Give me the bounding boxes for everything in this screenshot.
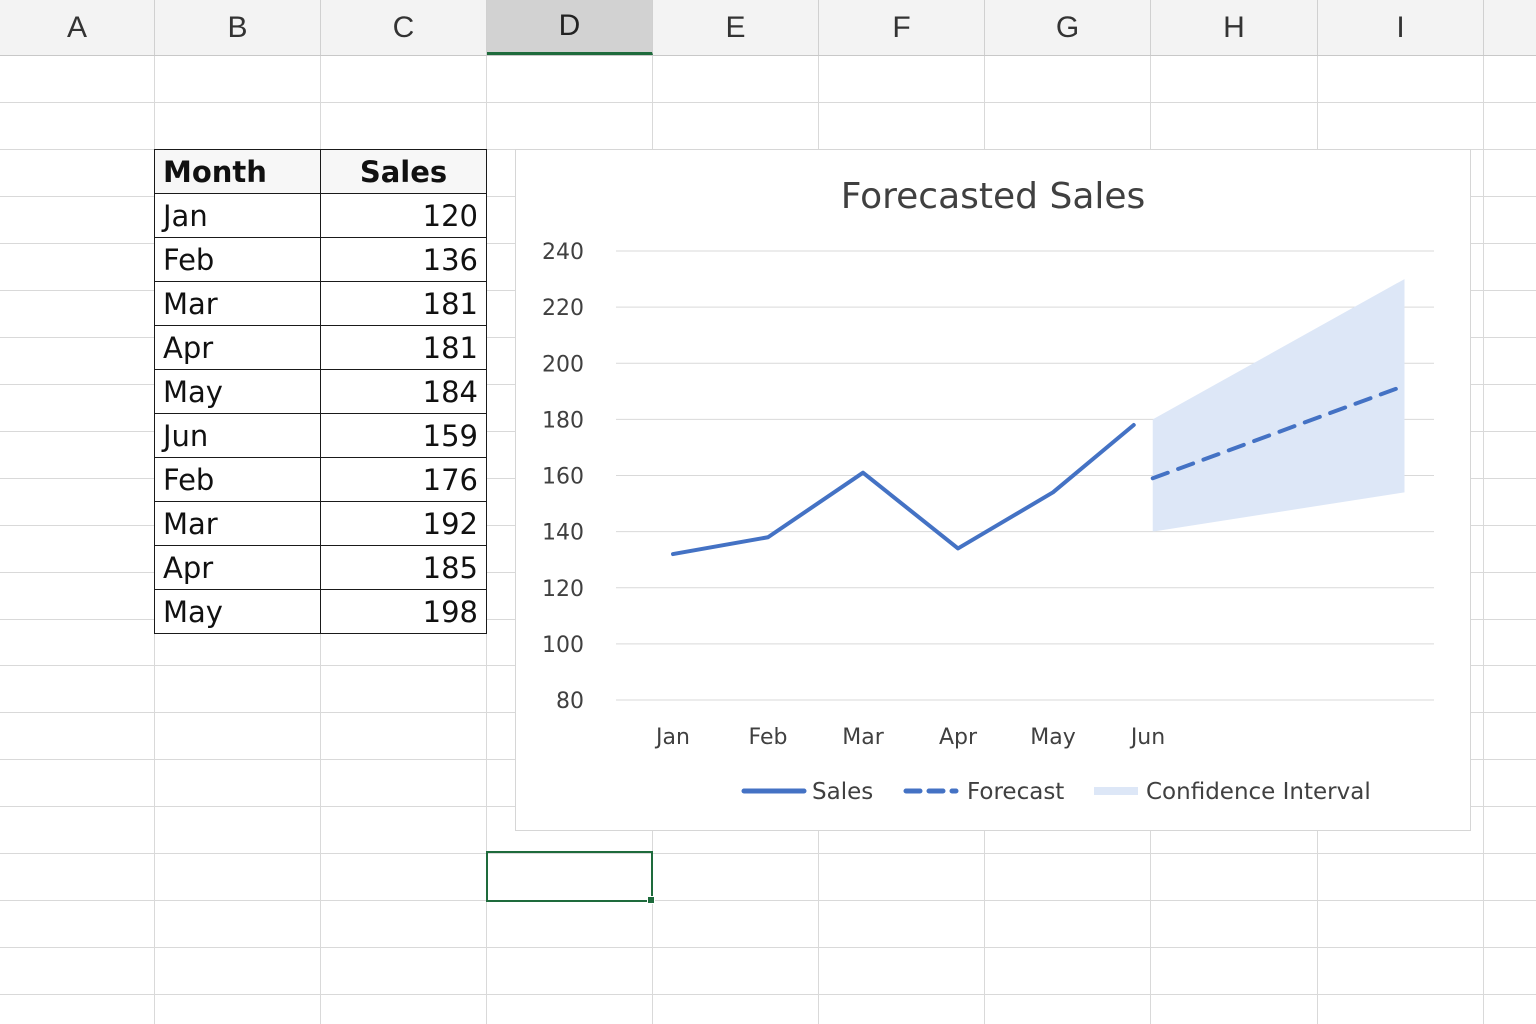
table-row: Apr 185: [154, 545, 487, 590]
month-cell[interactable]: Feb: [154, 237, 321, 282]
header-sales-cell[interactable]: Sales: [320, 149, 487, 194]
table-row: Jan 120: [154, 193, 487, 238]
sales-cell[interactable]: 120: [320, 193, 487, 238]
column-header-a[interactable]: A: [0, 0, 155, 55]
fill-handle[interactable]: [647, 896, 655, 904]
table-row: Mar 192: [154, 501, 487, 546]
sales-line: [671, 422, 1136, 557]
table-row: Feb 176: [154, 457, 487, 502]
column-header-d[interactable]: D: [487, 0, 653, 55]
sales-cell[interactable]: 176: [320, 457, 487, 502]
forecast-chart: Forecasted Sales 240 220 200 180 160 140 120 100…: [542, 176, 1434, 805]
chart-title: Forecasted Sales: [841, 176, 1146, 217]
sales-cell[interactable]: 185: [320, 545, 487, 590]
y-tick-label: 240: [542, 240, 584, 265]
sales-cell[interactable]: 192: [320, 501, 487, 546]
grid-line: [0, 102, 1536, 103]
column-header-row: A B C D E F G H I: [0, 0, 1536, 56]
x-tick-label: Jan: [654, 725, 690, 750]
sales-cell[interactable]: 184: [320, 369, 487, 414]
y-tick-label: 220: [542, 296, 584, 321]
y-tick-label: 120: [542, 577, 584, 602]
y-tick-label: 180: [542, 408, 584, 433]
month-cell[interactable]: Jun: [154, 413, 321, 458]
month-cell[interactable]: Jan: [154, 193, 321, 238]
y-tick-label: 80: [556, 689, 584, 714]
column-header-c[interactable]: C: [321, 0, 487, 55]
month-cell[interactable]: Apr: [154, 325, 321, 370]
column-header-e[interactable]: E: [653, 0, 819, 55]
table-row: Apr 181: [154, 325, 487, 370]
month-cell[interactable]: Feb: [154, 457, 321, 502]
grid-line: [0, 994, 1536, 995]
y-tick-label: 140: [542, 521, 584, 546]
sales-cell[interactable]: 181: [320, 281, 487, 326]
legend-forecast-label: Forecast: [967, 779, 1064, 805]
column-header-f[interactable]: F: [819, 0, 985, 55]
column-header-b[interactable]: B: [155, 0, 321, 55]
table-row: Mar 181: [154, 281, 487, 326]
month-cell[interactable]: Apr: [154, 545, 321, 590]
grid-line: [1483, 55, 1484, 1024]
sales-table: Month Sales Jan 120 Feb 136 Mar 181 Apr …: [154, 149, 487, 634]
legend-sales-label: Sales: [812, 779, 873, 805]
x-tick-label: Apr: [939, 725, 978, 750]
table-row: Feb 136: [154, 237, 487, 282]
sales-cell[interactable]: 159: [320, 413, 487, 458]
column-header-g[interactable]: G: [985, 0, 1151, 55]
chart-container[interactable]: Forecasted Sales 240 220 200 180 160 140 120 100…: [515, 149, 1471, 831]
table-row: May 198: [154, 589, 487, 634]
header-month-cell[interactable]: Month: [154, 149, 321, 194]
sales-cell[interactable]: 198: [320, 589, 487, 634]
column-header-h[interactable]: H: [1151, 0, 1318, 55]
sales-cell[interactable]: 181: [320, 325, 487, 370]
x-tick-label: Mar: [842, 725, 884, 750]
month-cell[interactable]: Mar: [154, 281, 321, 326]
selected-cell-d18[interactable]: [486, 851, 655, 904]
sales-cell[interactable]: 136: [320, 237, 487, 282]
x-tick-label: Jun: [1129, 725, 1165, 750]
y-tick-label: 200: [542, 352, 584, 377]
y-tick-label: 100: [542, 633, 584, 658]
table-row: Jun 159: [154, 413, 487, 458]
x-tick-label: Feb: [749, 725, 788, 750]
spreadsheet: A B C D E F G H I Month Sales Jan 120 Fe…: [0, 0, 1536, 1024]
month-cell[interactable]: May: [154, 369, 321, 414]
grid-line: [0, 900, 1536, 901]
y-tick-label: 160: [542, 465, 584, 490]
legend-confidence-label: Confidence Interval: [1146, 779, 1371, 805]
confidence-interval-band: [1152, 279, 1405, 532]
grid-line: [0, 947, 1536, 948]
x-tick-label: May: [1030, 725, 1075, 750]
month-cell[interactable]: Mar: [154, 501, 321, 546]
column-header-j[interactable]: [1484, 0, 1536, 55]
table-header-row: Month Sales: [154, 149, 487, 194]
month-cell[interactable]: May: [154, 589, 321, 634]
grid-line: [0, 853, 1536, 854]
column-header-i[interactable]: I: [1318, 0, 1484, 55]
table-row: May 184: [154, 369, 487, 414]
